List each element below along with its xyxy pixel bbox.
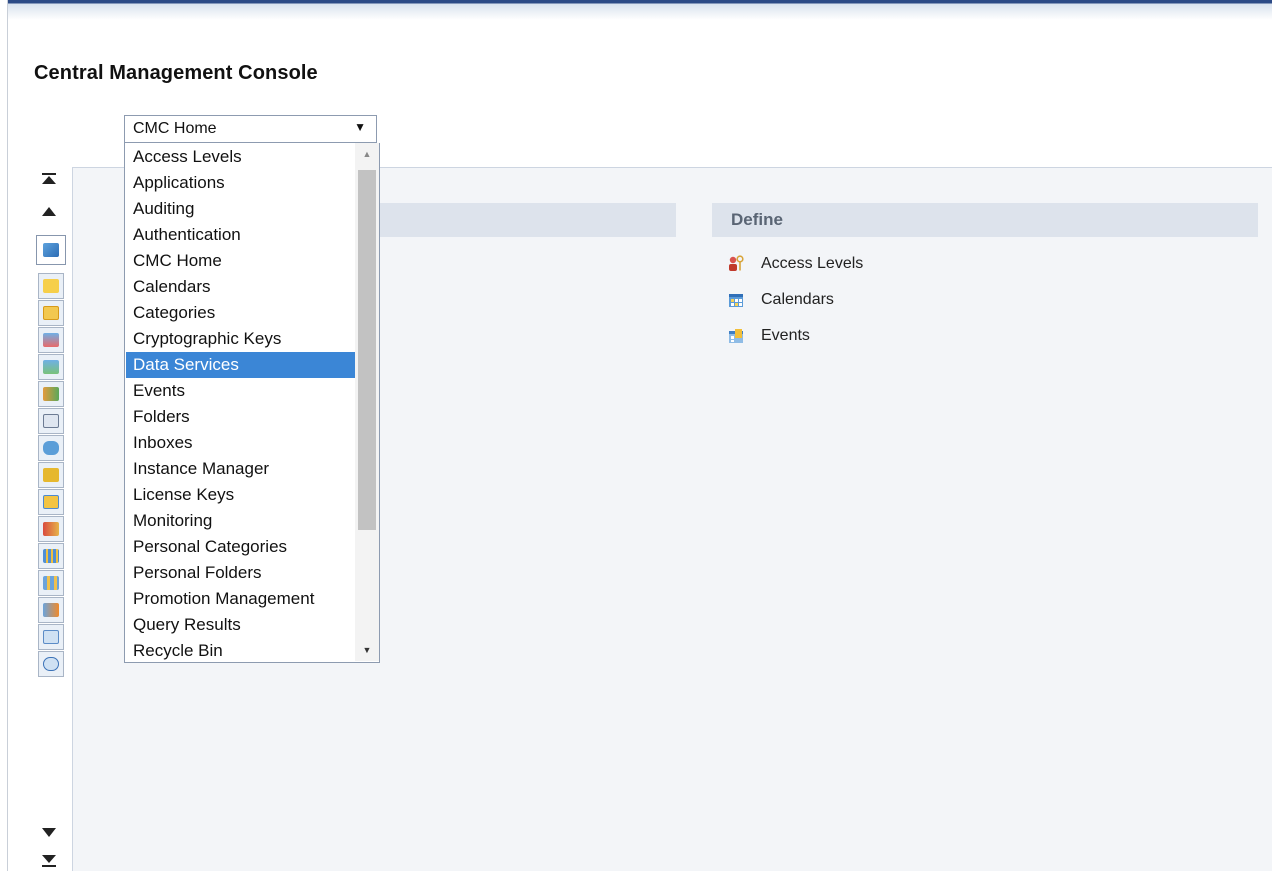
access-levels-icon: [43, 522, 59, 536]
dropdown-option[interactable]: Calendars: [126, 274, 355, 300]
dropdown-option[interactable]: Categories: [126, 300, 355, 326]
dropdown-option[interactable]: Inboxes: [126, 430, 355, 456]
license-keys-icon: [43, 657, 59, 671]
dropdown-option[interactable]: Data Services: [126, 352, 355, 378]
tab-universes[interactable]: [38, 462, 64, 488]
dropdown-option[interactable]: Cryptographic Keys: [126, 326, 355, 352]
calendars-icon: [727, 291, 745, 309]
tab-applications[interactable]: [38, 624, 64, 650]
federation-icon: [43, 603, 59, 617]
window-left-edge: [0, 0, 8, 871]
dropdown-option[interactable]: Personal Categories: [126, 534, 355, 560]
tab-access-levels[interactable]: [38, 516, 64, 542]
universes-icon: [43, 468, 59, 482]
define-item-label: Calendars: [761, 291, 834, 308]
select-value: CMC Home: [133, 120, 217, 137]
folders-icon: [43, 279, 59, 293]
define-item-events[interactable]: Events: [727, 325, 810, 347]
dropdown-scrollbar[interactable]: ▲ ▼: [355, 143, 379, 661]
tab-inboxes[interactable]: [38, 408, 64, 434]
section-header-empty: [380, 203, 676, 237]
tab-connections[interactable]: [38, 489, 64, 515]
scroll-up-icon[interactable]: [38, 202, 60, 222]
tab-select-dropdown[interactable]: CMC Home ▼: [124, 115, 377, 143]
chevron-down-icon[interactable]: ▼: [354, 120, 366, 134]
tab-servers[interactable]: [38, 435, 64, 461]
dropdown-option[interactable]: CMC Home: [126, 248, 355, 274]
dropdown-option[interactable]: Folders: [126, 404, 355, 430]
define-item-access-levels[interactable]: Access Levels: [727, 253, 863, 275]
dropdown-option[interactable]: Query Results: [126, 612, 355, 638]
define-item-label: Events: [761, 327, 810, 344]
scroll-to-top-icon[interactable]: [38, 170, 60, 190]
dropdown-option[interactable]: Promotion Management: [126, 586, 355, 612]
tab-events[interactable]: [38, 570, 64, 596]
dropdown-option[interactable]: Authentication: [126, 222, 355, 248]
tab-users-groups[interactable]: [38, 381, 64, 407]
inboxes-icon: [43, 414, 59, 428]
tab-personal-categories[interactable]: [38, 354, 64, 380]
dropdown-option[interactable]: Personal Folders: [126, 560, 355, 586]
scrollbar-thumb[interactable]: [358, 170, 376, 530]
dropdown-option[interactable]: Instance Manager: [126, 456, 355, 482]
scroll-down-icon[interactable]: [38, 822, 60, 842]
scroll-to-bottom-icon[interactable]: [38, 850, 60, 870]
window-top-bar: [0, 0, 1272, 20]
connections-icon: [43, 495, 59, 509]
events-icon: [43, 576, 59, 590]
users-groups-icon: [43, 387, 59, 401]
cmc-home-icon: [43, 243, 59, 257]
dropdown-option[interactable]: Monitoring: [126, 508, 355, 534]
define-title: Define: [731, 210, 783, 229]
dropdown-list[interactable]: Access Levels Applications Auditing Authent…: [124, 143, 380, 663]
categories-icon: [43, 333, 59, 347]
dropdown-option[interactable]: Applications: [126, 170, 355, 196]
define-item-label: Access Levels: [761, 255, 864, 272]
personal-folders-icon: [43, 306, 59, 320]
tab-folders[interactable]: [38, 273, 64, 299]
dropdown-option[interactable]: Access Levels: [126, 144, 355, 170]
personal-categories-icon: [43, 360, 59, 374]
section-header-define: Define: [712, 203, 1258, 237]
calendars-icon: [43, 549, 59, 563]
page-title: Central Management Console: [34, 62, 318, 84]
tab-cmc-home[interactable]: [36, 235, 66, 265]
nav-strip: [26, 167, 72, 871]
dropdown-option[interactable]: Events: [126, 378, 355, 404]
tab-license-keys[interactable]: [38, 651, 64, 677]
events-icon: [727, 327, 745, 345]
applications-icon: [43, 630, 59, 644]
dropdown-option[interactable]: Auditing: [126, 196, 355, 222]
access-levels-icon: [727, 255, 745, 273]
scroll-down-arrow-icon[interactable]: ▼: [361, 645, 373, 657]
tab-categories[interactable]: [38, 327, 64, 353]
tab-calendars[interactable]: [38, 543, 64, 569]
define-item-calendars[interactable]: Calendars: [727, 289, 834, 311]
tab-personal-folders[interactable]: [38, 300, 64, 326]
dropdown-option[interactable]: Recycle Bin: [126, 638, 355, 664]
servers-icon: [43, 441, 59, 455]
dropdown-option[interactable]: License Keys: [126, 482, 355, 508]
tab-federation[interactable]: [38, 597, 64, 623]
scroll-up-arrow-icon[interactable]: ▲: [361, 149, 373, 161]
